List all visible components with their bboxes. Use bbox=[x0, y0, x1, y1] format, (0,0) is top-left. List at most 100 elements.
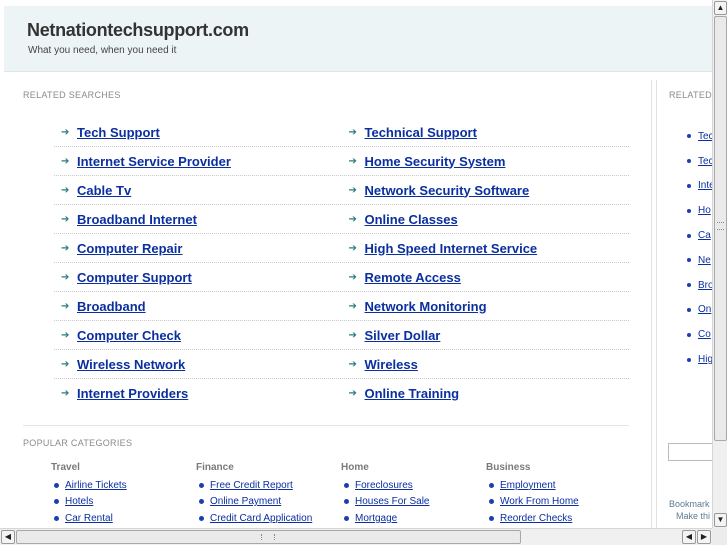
category-link[interactable]: Car Rental bbox=[65, 513, 113, 524]
scroll-down-icon[interactable]: ▼ bbox=[714, 513, 727, 527]
sidebar-search-input[interactable] bbox=[668, 443, 712, 461]
related-search-item: ➔ Wireless Network bbox=[54, 357, 342, 372]
sidebar-item: Bro bbox=[687, 273, 712, 298]
bullet-icon bbox=[489, 482, 494, 488]
related-search-link[interactable]: Internet Providers bbox=[77, 386, 188, 401]
sidebar-link[interactable]: Hig bbox=[698, 354, 712, 365]
sidebar-link[interactable]: Co bbox=[698, 329, 711, 340]
sidebar-heading: RELATED bbox=[669, 90, 712, 100]
related-search-link[interactable]: Network Security Software bbox=[365, 183, 530, 198]
arrow-right-icon: ➔ bbox=[61, 358, 70, 370]
sidebar-link[interactable]: Ne bbox=[698, 255, 711, 266]
site-title[interactable]: Netnationtechsupport.com bbox=[27, 20, 249, 41]
category-column: Home Foreclosures Houses For Sale Mortgage bbox=[340, 462, 485, 527]
category-link[interactable]: Credit Card Application bbox=[210, 513, 312, 524]
bookmark-line-1[interactable]: Bookmark bbox=[669, 498, 710, 510]
sidebar-link[interactable]: Tec bbox=[698, 156, 712, 167]
related-search-link[interactable]: Computer Check bbox=[77, 328, 181, 343]
category-item: Reorder Checks bbox=[485, 510, 630, 527]
related-search-item: ➔ Computer Support bbox=[54, 270, 342, 285]
bullet-icon bbox=[687, 208, 691, 213]
site-tagline: What you need, when you need it bbox=[28, 45, 177, 56]
grip-icon bbox=[261, 534, 275, 540]
sidebar-link[interactable]: Ca bbox=[698, 230, 711, 241]
sidebar-item: Ne bbox=[687, 248, 712, 273]
related-search-link[interactable]: Online Classes bbox=[365, 212, 458, 227]
related-search-row: ➔ Internet Service Provider ➔ Home Security… bbox=[54, 147, 629, 176]
bullet-icon bbox=[687, 233, 691, 238]
horizontal-scrollbar[interactable]: ◀ ◀ ▶ bbox=[0, 528, 712, 545]
bullet-icon bbox=[687, 357, 691, 362]
scroll-left-icon[interactable]: ◀ bbox=[682, 530, 696, 544]
related-search-item: ➔ High Speed Internet Service bbox=[342, 241, 630, 256]
horizontal-scroll-thumb[interactable] bbox=[16, 530, 521, 544]
category-link[interactable]: Hotels bbox=[65, 496, 93, 507]
category-item: Airline Tickets bbox=[50, 477, 195, 494]
category-item: Online Payment bbox=[195, 494, 340, 511]
related-search-link[interactable]: High Speed Internet Service bbox=[365, 241, 538, 256]
sidebar-link[interactable]: On bbox=[698, 304, 711, 315]
related-search-link[interactable]: Online Training bbox=[365, 386, 460, 401]
sidebar-item: Ca bbox=[687, 223, 712, 248]
category-link[interactable]: Employment bbox=[500, 480, 556, 491]
sidebar-link[interactable]: Ho bbox=[698, 205, 711, 216]
bullet-icon bbox=[687, 307, 691, 312]
category-link[interactable]: Mortgage bbox=[355, 513, 397, 524]
bullet-icon bbox=[344, 499, 349, 505]
related-search-row: ➔ Internet Providers ➔ Online Training bbox=[54, 379, 629, 408]
related-search-link[interactable]: Computer Repair bbox=[77, 241, 182, 256]
related-search-link[interactable]: Internet Service Provider bbox=[77, 154, 231, 169]
category-link[interactable]: Reorder Checks bbox=[500, 513, 572, 524]
bullet-icon bbox=[687, 134, 691, 139]
related-search-item: ➔ Online Training bbox=[342, 386, 630, 401]
category-link[interactable]: Online Payment bbox=[210, 496, 281, 507]
related-search-link[interactable]: Cable Tv bbox=[77, 183, 131, 198]
sidebar-item: On bbox=[687, 298, 712, 323]
related-search-link[interactable]: Remote Access bbox=[365, 270, 461, 285]
related-search-row: ➔ Computer Repair ➔ High Speed Internet Ser… bbox=[54, 234, 629, 263]
vertical-scroll-thumb[interactable] bbox=[714, 16, 727, 441]
related-search-link[interactable]: Technical Support bbox=[365, 125, 477, 140]
scroll-left-icon[interactable]: ◀ bbox=[1, 530, 15, 544]
arrow-right-icon: ➔ bbox=[61, 242, 70, 254]
category-link[interactable]: Foreclosures bbox=[355, 480, 413, 491]
sidebar-link[interactable]: Tec bbox=[698, 131, 712, 142]
related-search-link[interactable]: Broadband Internet bbox=[77, 212, 197, 227]
related-search-link[interactable]: Broadband bbox=[77, 299, 146, 314]
related-search-link[interactable]: Silver Dollar bbox=[365, 328, 441, 343]
vertical-scrollbar[interactable]: ▲ ▼ bbox=[712, 0, 727, 528]
bookmark-text[interactable]: Bookmark Make thi bbox=[669, 498, 710, 522]
related-search-row: ➔ Broadband Internet ➔ Online Classes bbox=[54, 205, 629, 234]
related-search-item: ➔ Silver Dollar bbox=[342, 328, 630, 343]
related-search-link[interactable]: Computer Support bbox=[77, 270, 192, 285]
related-search-row: ➔ Cable Tv ➔ Network Security Software bbox=[54, 176, 629, 205]
related-search-link[interactable]: Home Security System bbox=[365, 154, 506, 169]
bullet-icon bbox=[199, 515, 204, 521]
sidebar-item: Tec bbox=[687, 149, 712, 174]
sidebar-link[interactable]: Bro bbox=[698, 280, 712, 291]
category-item: Work From Home bbox=[485, 494, 630, 511]
sidebar-item: Hig bbox=[687, 347, 712, 372]
arrow-right-icon: ➔ bbox=[348, 300, 357, 312]
sidebar-item: Inte bbox=[687, 174, 712, 199]
related-search-row: ➔ Wireless Network ➔ Wireless bbox=[54, 350, 629, 379]
bookmark-line-2[interactable]: Make thi bbox=[676, 510, 710, 522]
bullet-icon bbox=[687, 183, 691, 188]
page: Netnationtechsupport.com What you need, … bbox=[0, 0, 712, 528]
related-search-item: ➔ Cable Tv bbox=[54, 183, 342, 198]
arrow-right-icon: ➔ bbox=[61, 271, 70, 283]
related-search-link[interactable]: Wireless bbox=[365, 357, 418, 372]
related-search-link[interactable]: Network Monitoring bbox=[365, 299, 487, 314]
sidebar-link[interactable]: Inte bbox=[698, 180, 712, 191]
bullet-icon bbox=[687, 258, 691, 263]
related-search-link[interactable]: Wireless Network bbox=[77, 357, 185, 372]
scroll-right-icon[interactable]: ▶ bbox=[697, 530, 711, 544]
scroll-up-icon[interactable]: ▲ bbox=[714, 1, 727, 15]
related-search-item: ➔ Online Classes bbox=[342, 212, 630, 227]
related-search-link[interactable]: Tech Support bbox=[77, 125, 160, 140]
category-link[interactable]: Airline Tickets bbox=[65, 480, 127, 491]
category-link[interactable]: Work From Home bbox=[500, 496, 579, 507]
category-link[interactable]: Free Credit Report bbox=[210, 480, 293, 491]
bullet-icon bbox=[687, 159, 691, 164]
category-link[interactable]: Houses For Sale bbox=[355, 496, 429, 507]
